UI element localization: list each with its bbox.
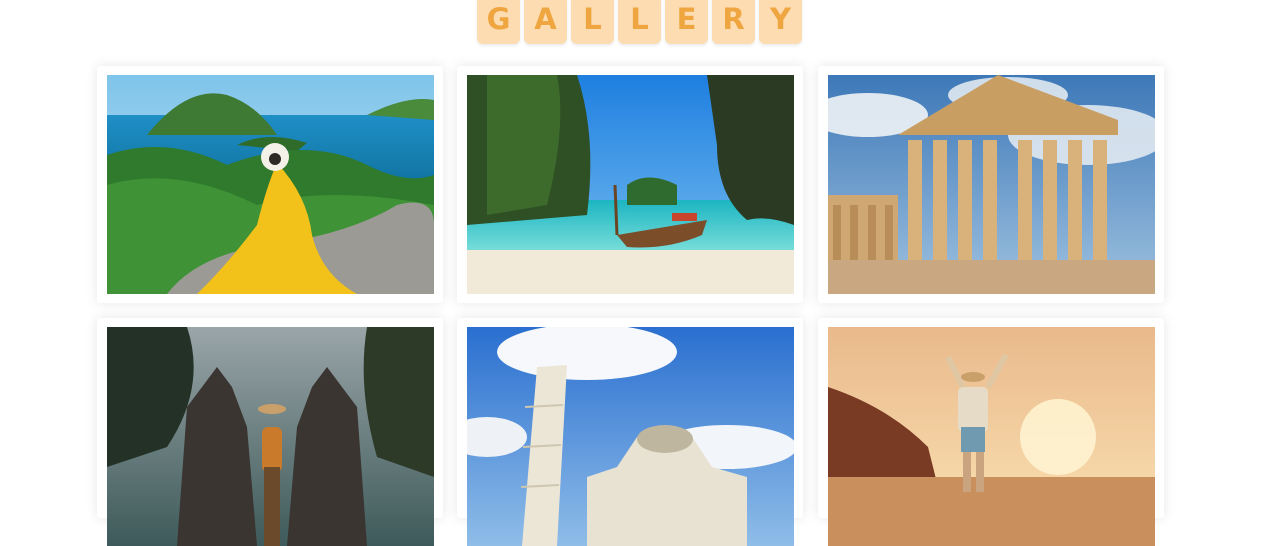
gallery-image-sunset-hiker[interactable] — [828, 327, 1155, 546]
gallery-image-bali-gate[interactable] — [107, 327, 434, 546]
gallery-card-bali-gate[interactable] — [97, 318, 443, 546]
gallery-card-island[interactable] — [97, 66, 443, 303]
gallery-image-island[interactable] — [107, 75, 434, 294]
gallery-card-pisa[interactable] — [457, 318, 803, 546]
title-letter: Y — [759, 0, 802, 44]
gallery-image-boat[interactable] — [467, 75, 794, 294]
title-letter: A — [524, 0, 567, 44]
gallery-card-parthenon[interactable] — [818, 66, 1164, 303]
title-letter: L — [571, 0, 614, 44]
gallery-card-boat[interactable] — [457, 66, 803, 303]
title-letter: R — [712, 0, 755, 44]
gallery-image-parthenon[interactable] — [828, 75, 1155, 294]
gallery-image-pisa[interactable] — [467, 327, 794, 546]
title-letter: L — [618, 0, 661, 44]
gallery-title: G A L L E R Y — [477, 0, 802, 44]
gallery-card-sunset-hiker[interactable] — [818, 318, 1164, 546]
title-letter: E — [665, 0, 708, 44]
title-letter: G — [477, 0, 520, 44]
